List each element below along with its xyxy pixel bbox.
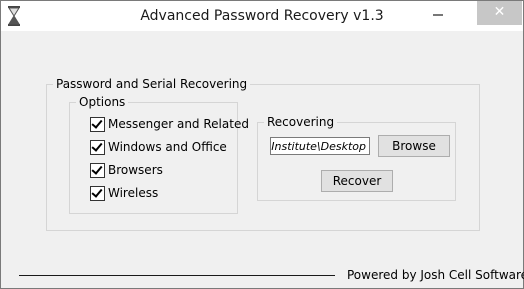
password-serial-group: Password and Serial Recovering Options M… [46, 76, 480, 231]
checkmark-icon [91, 117, 103, 129]
title-bar: Advanced Password Recovery v1.3 ✕ [1, 1, 523, 31]
password-serial-legend: Password and Serial Recovering [53, 76, 251, 92]
checkmark-icon [91, 140, 103, 152]
powered-by-label: Powered by Josh Cell Softwares [347, 268, 524, 282]
close-button[interactable]: ✕ [477, 1, 522, 25]
checkbox[interactable] [90, 163, 105, 178]
close-icon: ✕ [493, 4, 506, 20]
option-label: Messenger and Related [108, 117, 249, 131]
checkbox[interactable] [90, 140, 105, 155]
maximize-button [456, 1, 476, 25]
checkbox[interactable] [90, 186, 105, 201]
option-label: Browsers [108, 163, 163, 177]
recover-button[interactable]: Recover [321, 170, 393, 192]
options-legend: Options [76, 94, 129, 110]
path-input[interactable]: ya Institute\Desktop [270, 137, 370, 155]
option-label: Wireless [108, 186, 159, 200]
recovering-legend: Recovering [264, 114, 338, 130]
minimize-button[interactable] [421, 1, 455, 25]
checkbox[interactable] [90, 117, 105, 132]
minimize-icon [433, 14, 443, 16]
app-window: Advanced Password Recovery v1.3 ✕ Passwo… [0, 0, 524, 289]
status-divider [19, 275, 335, 276]
checkmark-icon [91, 163, 103, 175]
recovering-group: Recovering ya Institute\Desktop Browse R… [257, 114, 456, 201]
browse-button[interactable]: Browse [378, 135, 450, 157]
checkmark-icon [91, 186, 103, 198]
options-group: Options Messenger and Related Windows an… [69, 94, 249, 214]
option-label: Windows and Office [108, 140, 227, 154]
client-area: Password and Serial Recovering Options M… [1, 31, 524, 288]
